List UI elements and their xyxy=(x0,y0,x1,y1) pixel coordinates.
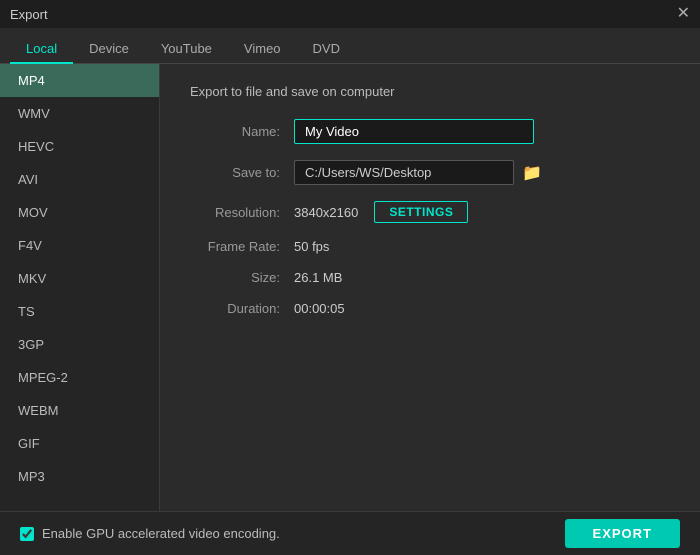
sidebar-item-f4v[interactable]: F4V xyxy=(0,229,159,262)
name-label: Name: xyxy=(190,124,280,139)
sidebar-item-mp4[interactable]: MP4 xyxy=(0,64,159,97)
size-row: Size: 26.1 MB xyxy=(190,270,670,285)
close-button[interactable]: ✕ xyxy=(677,6,690,22)
sidebar-item-avi[interactable]: AVI xyxy=(0,163,159,196)
sidebar-item-mov[interactable]: MOV xyxy=(0,196,159,229)
sidebar-item-wmv[interactable]: WMV xyxy=(0,97,159,130)
frame-rate-value: 50 fps xyxy=(294,239,329,254)
gpu-encoding-checkbox-label[interactable]: Enable GPU accelerated video encoding. xyxy=(20,526,280,541)
sidebar-item-mkv[interactable]: MKV xyxy=(0,262,159,295)
sidebar: MP4 WMV HEVC AVI MOV F4V MKV TS 3GP MPEG… xyxy=(0,64,160,511)
footer: Enable GPU accelerated video encoding. E… xyxy=(0,511,700,555)
save-path-display: C:/Users/WS/Desktop xyxy=(294,160,514,185)
sidebar-item-webm[interactable]: WEBM xyxy=(0,394,159,427)
content-area: Export to file and save on computer Name… xyxy=(160,64,700,511)
resolution-value: 3840x2160 xyxy=(294,205,358,220)
tab-vimeo[interactable]: Vimeo xyxy=(228,35,297,64)
export-button[interactable]: EXPORT xyxy=(565,519,680,548)
size-label: Size: xyxy=(190,270,280,285)
frame-rate-label: Frame Rate: xyxy=(190,239,280,254)
sidebar-item-gif[interactable]: GIF xyxy=(0,427,159,460)
gpu-encoding-label: Enable GPU accelerated video encoding. xyxy=(42,526,280,541)
sidebar-item-mp3[interactable]: MP3 xyxy=(0,460,159,493)
folder-icon: 📁 xyxy=(522,165,542,182)
main-area: MP4 WMV HEVC AVI MOV F4V MKV TS 3GP MPEG… xyxy=(0,64,700,511)
tab-dvd[interactable]: DVD xyxy=(297,35,356,64)
tabs-bar: Local Device YouTube Vimeo DVD xyxy=(0,28,700,64)
duration-value: 00:00:05 xyxy=(294,301,345,316)
sidebar-item-ts[interactable]: TS xyxy=(0,295,159,328)
tab-local[interactable]: Local xyxy=(10,35,73,64)
sidebar-item-3gp[interactable]: 3GP xyxy=(0,328,159,361)
tab-youtube[interactable]: YouTube xyxy=(145,35,228,64)
save-to-row: Save to: C:/Users/WS/Desktop 📁 xyxy=(190,160,670,185)
size-value: 26.1 MB xyxy=(294,270,342,285)
gpu-encoding-checkbox[interactable] xyxy=(20,527,34,541)
name-input[interactable] xyxy=(294,119,534,144)
window-title: Export xyxy=(10,7,48,22)
save-to-label: Save to: xyxy=(190,165,280,180)
resolution-row: Resolution: 3840x2160 SETTINGS xyxy=(190,201,670,223)
duration-row: Duration: 00:00:05 xyxy=(190,301,670,316)
settings-button[interactable]: SETTINGS xyxy=(374,201,468,223)
sidebar-item-mpeg2[interactable]: MPEG-2 xyxy=(0,361,159,394)
frame-rate-row: Frame Rate: 50 fps xyxy=(190,239,670,254)
duration-label: Duration: xyxy=(190,301,280,316)
name-row: Name: xyxy=(190,119,670,144)
section-title: Export to file and save on computer xyxy=(190,84,670,99)
resolution-label: Resolution: xyxy=(190,205,280,220)
sidebar-item-hevc[interactable]: HEVC xyxy=(0,130,159,163)
title-bar: Export ✕ xyxy=(0,0,700,28)
tab-device[interactable]: Device xyxy=(73,35,145,64)
browse-folder-button[interactable]: 📁 xyxy=(522,163,542,183)
